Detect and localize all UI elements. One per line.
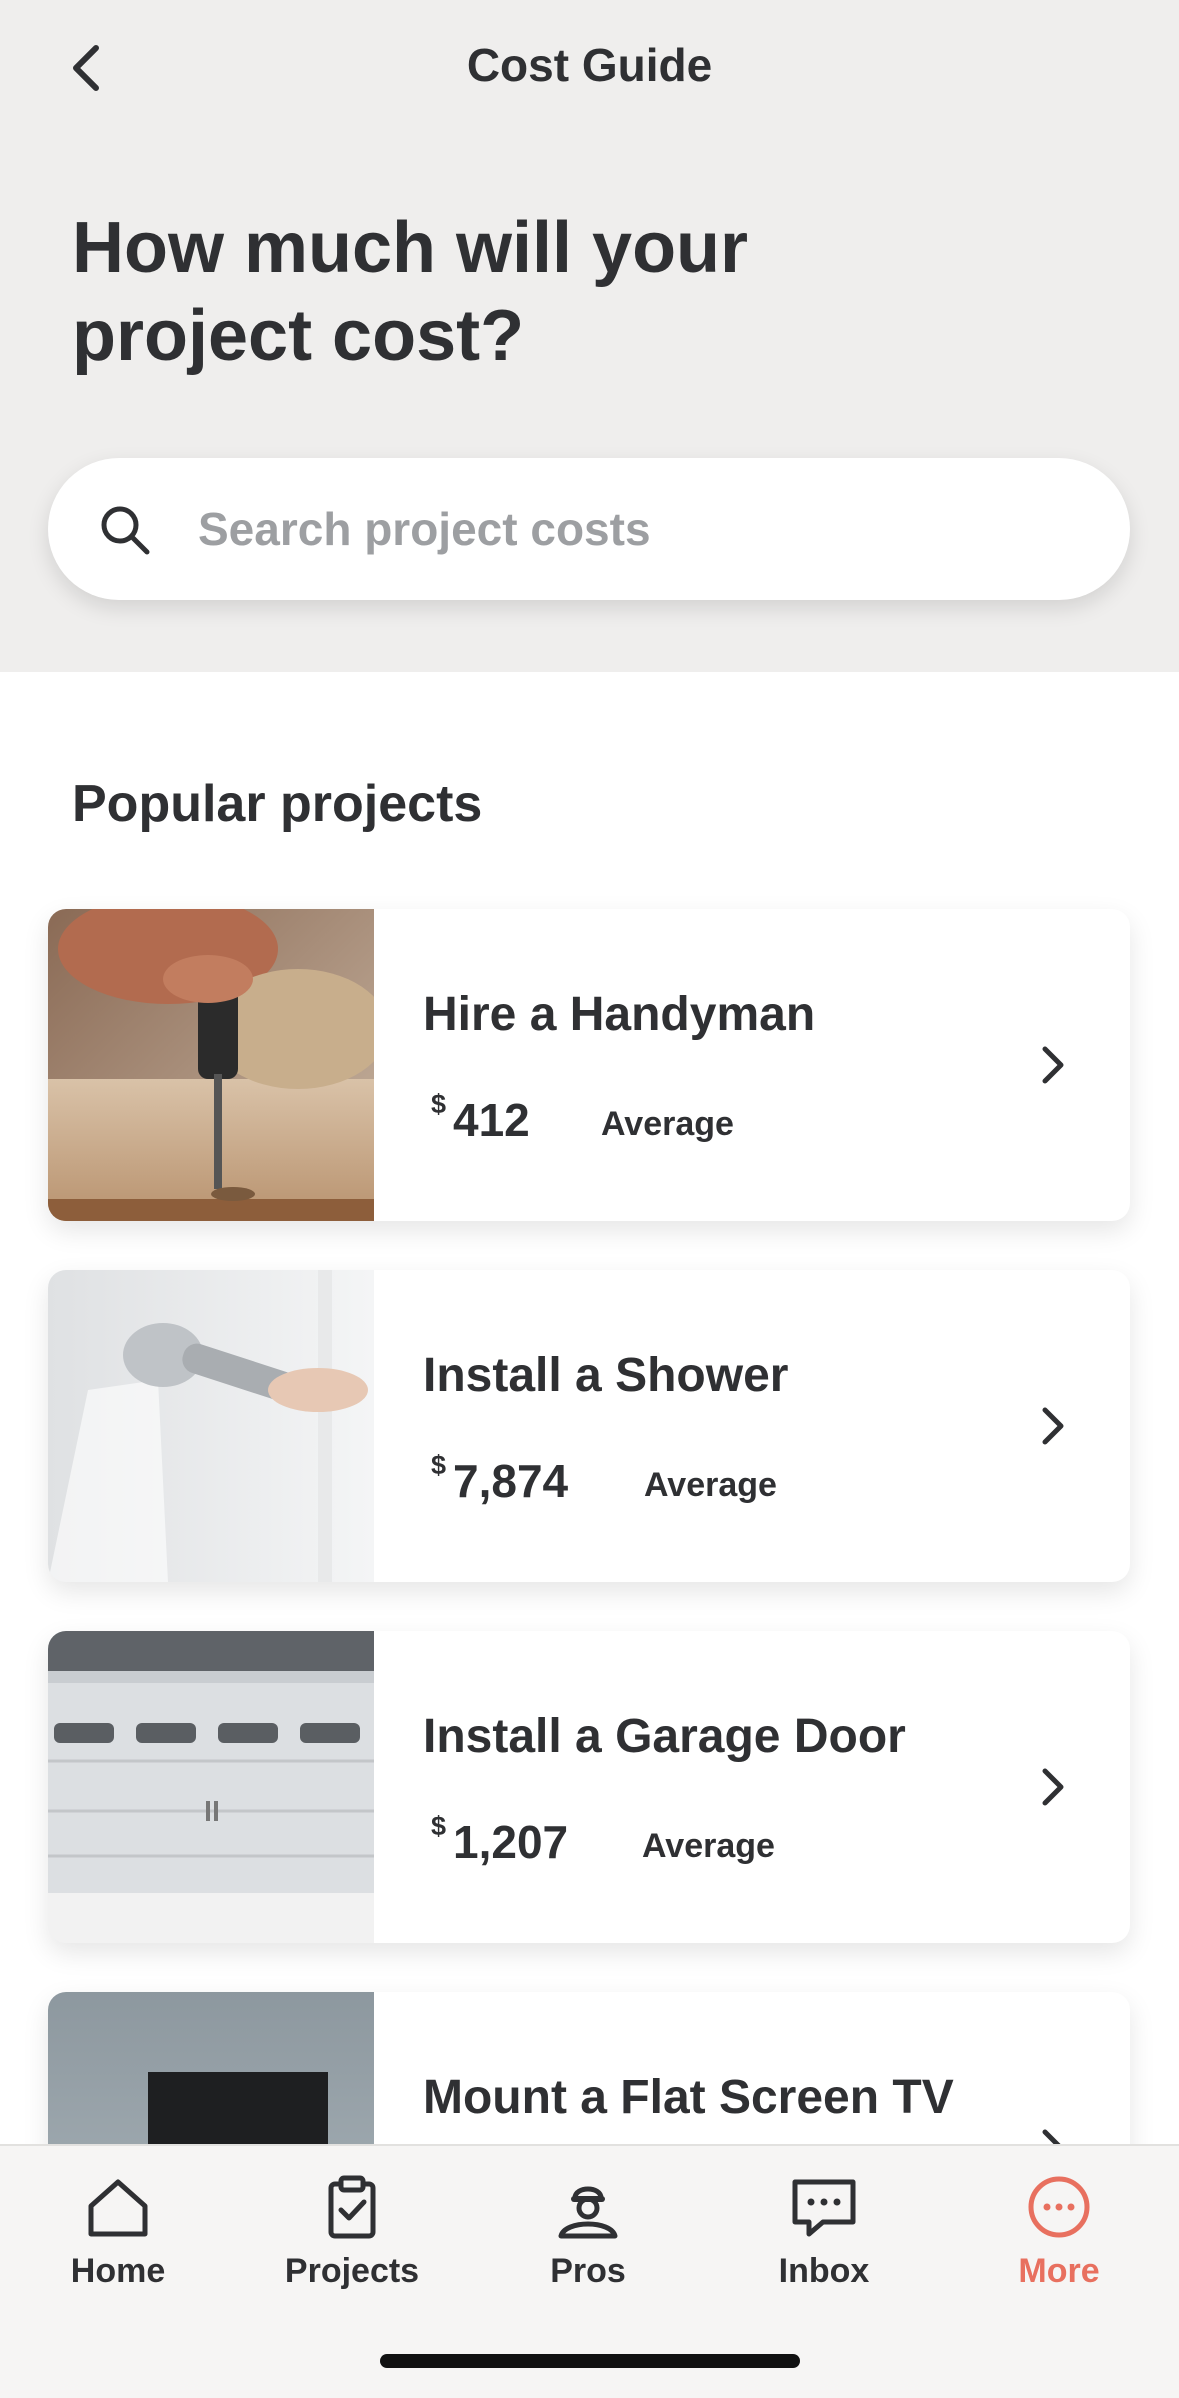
price-label: Average (601, 1105, 734, 1143)
price-amount: 7,874 (453, 1455, 569, 1507)
shower-image (48, 1270, 374, 1582)
home-indicator (380, 2354, 800, 2368)
price-label: Average (642, 1827, 775, 1865)
clipboard-icon (328, 2175, 376, 2239)
search-bar[interactable]: Search project costs (48, 458, 1130, 600)
garage-door-image (48, 1631, 374, 1943)
tab-label: Home (70, 2252, 166, 2290)
headline-line-2: project cost? (72, 296, 525, 376)
chevron-right-icon (1042, 1768, 1064, 1806)
tab-label: Projects (284, 2252, 420, 2290)
project-title: Hire a Handyman (423, 988, 816, 1041)
project-title: Install a Garage Door (423, 1710, 906, 1763)
chevron-right-icon (1042, 1407, 1064, 1445)
project-title: Mount a Flat Screen TV (423, 2071, 954, 2124)
chat-icon (792, 2179, 856, 2237)
currency-symbol: $ (431, 1811, 447, 1841)
tab-label: Inbox (778, 2252, 870, 2290)
price-label: Average (644, 1466, 777, 1504)
more-icon (1028, 2176, 1090, 2238)
price-amount: 1,207 (453, 1816, 569, 1868)
currency-symbol: $ (431, 1089, 447, 1119)
pro-person-icon (558, 2186, 618, 2239)
home-icon (88, 2179, 148, 2237)
section-title: Popular projects (72, 775, 483, 833)
page-title: Cost Guide (466, 39, 713, 91)
tab-pros[interactable]: Pros (488, 2172, 688, 2312)
tab-more[interactable]: More (959, 2172, 1159, 2312)
search-input[interactable]: Search project costs (198, 502, 651, 556)
tab-home[interactable]: Home (18, 2172, 218, 2312)
handyman-image (48, 909, 374, 1221)
headline: How much will your project cost? (72, 204, 872, 380)
tab-label: Pros (550, 2252, 626, 2290)
project-card-handyman[interactable]: Hire a Handyman $ 412 Average (48, 909, 1130, 1221)
project-card-shower[interactable]: Install a Shower $ 7,874 Average (48, 1270, 1130, 1582)
project-title: Install a Shower (423, 1349, 789, 1402)
search-icon (101, 506, 150, 555)
price-amount: 412 (453, 1094, 530, 1146)
tab-projects[interactable]: Projects (252, 2172, 452, 2312)
headline-line-1: How much will your (72, 208, 749, 288)
tab-label: More (1018, 2252, 1100, 2290)
tab-inbox[interactable]: Inbox (724, 2172, 924, 2312)
chevron-right-icon (1042, 1046, 1064, 1084)
currency-symbol: $ (431, 1450, 447, 1480)
project-card-garage-door[interactable]: Install a Garage Door $ 1,207 Average (48, 1631, 1130, 1943)
header-area: Cost Guide How much will your project co… (0, 0, 1179, 672)
